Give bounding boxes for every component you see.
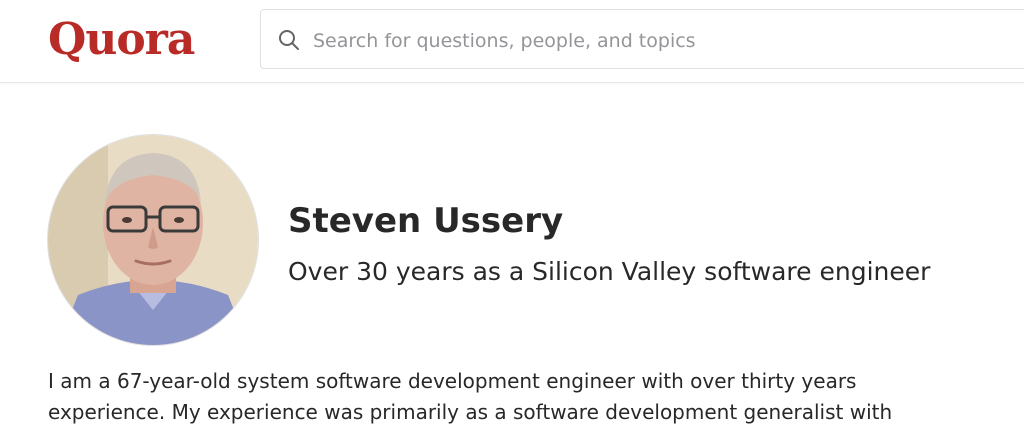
profile-name: Steven Ussery (288, 201, 564, 241)
profile-bio: I am a 67-year-old system software devel… (48, 366, 1018, 428)
profile-credential: Over 30 years as a Silicon Valley softwa… (288, 257, 931, 286)
avatar-portrait (48, 135, 258, 345)
search-bar[interactable] (260, 9, 1024, 69)
search-input[interactable] (311, 20, 1015, 62)
quora-logo[interactable]: Quora (48, 10, 195, 70)
profile-avatar[interactable] (48, 135, 258, 345)
search-icon (279, 30, 299, 50)
top-navigation-bar: Quora (0, 0, 1024, 83)
bio-line: experience. My experience was primarily … (48, 400, 893, 424)
bio-line: I am a 67-year-old system software devel… (48, 369, 857, 393)
